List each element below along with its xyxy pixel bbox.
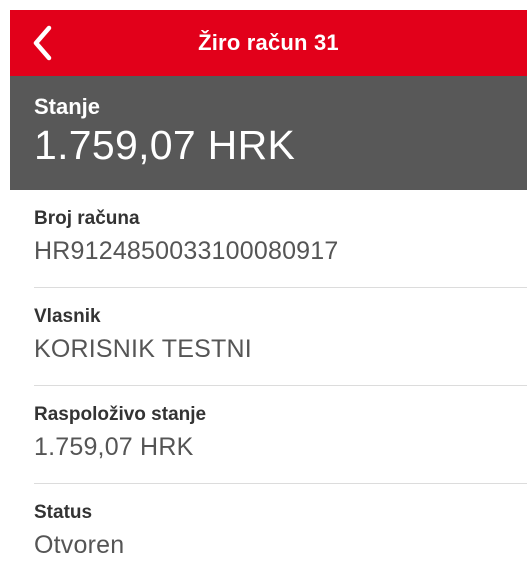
page-title: Žiro račun 31 [198, 30, 339, 55]
detail-row-owner: Vlasnik KORISNIK TESTNI [34, 288, 527, 386]
detail-value: KORISNIK TESTNI [34, 335, 252, 363]
top-bar: Žiro račun 31 [10, 10, 527, 76]
detail-label: Raspoloživo stanje [34, 404, 207, 425]
detail-row-account-number: Broj računa HR9124850033100080917 [34, 190, 527, 288]
chevron-left-icon [31, 25, 53, 61]
detail-row-status: Status Otvoren [34, 484, 527, 564]
back-button[interactable] [22, 22, 62, 64]
account-screen: Žiro račun 31 Stanje 1.759,07 HRK Broj r… [10, 10, 527, 564]
balance-label: Stanje [34, 94, 101, 119]
account-details: Broj računa HR9124850033100080917 Vlasni… [10, 190, 527, 564]
detail-label: Broj računa [34, 208, 140, 229]
balance-panel: Stanje 1.759,07 HRK [10, 76, 527, 190]
detail-value: 1.759,07 HRK [34, 433, 194, 461]
balance-value: 1.759,07 HRK [34, 122, 296, 168]
detail-label: Status [34, 502, 93, 523]
detail-value: Otvoren [34, 531, 125, 559]
detail-label: Vlasnik [34, 306, 101, 327]
detail-value: HR9124850033100080917 [34, 237, 339, 265]
detail-row-available-balance: Raspoloživo stanje 1.759,07 HRK [34, 386, 527, 484]
